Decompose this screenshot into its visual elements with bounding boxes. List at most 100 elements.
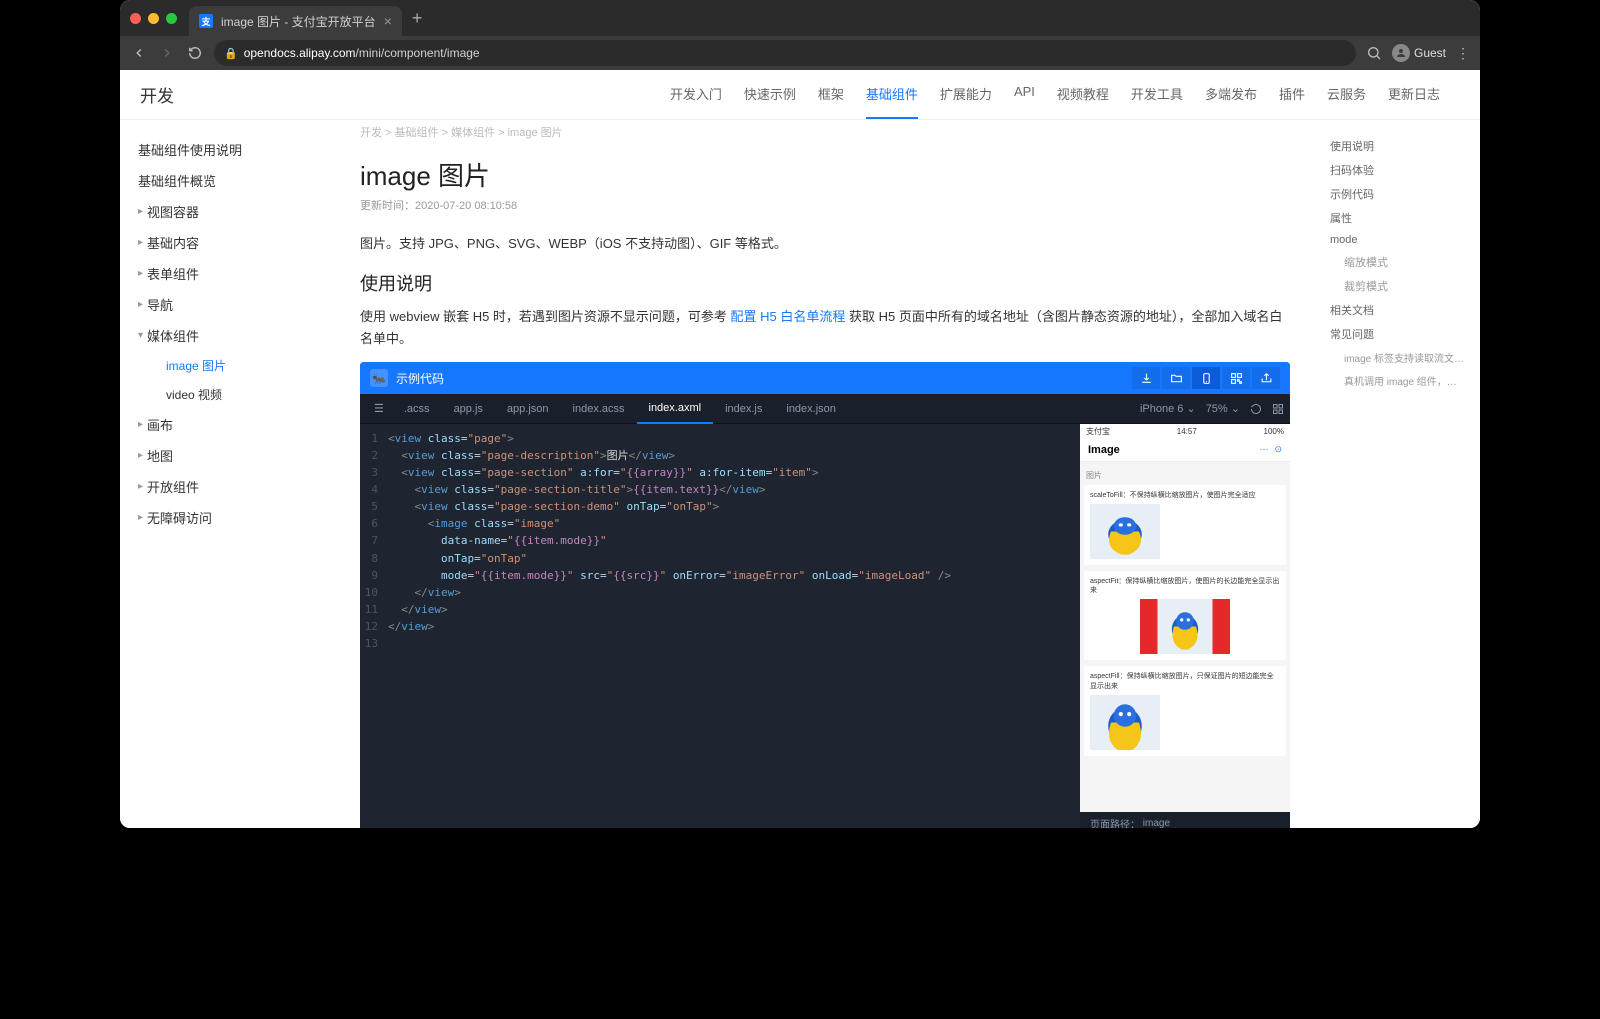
sidebar-item[interactable]: 开放组件 bbox=[138, 471, 330, 502]
nav-item[interactable]: API bbox=[1014, 70, 1035, 119]
example-image bbox=[1090, 695, 1280, 750]
chevron-down-icon: ⌄ bbox=[1186, 403, 1195, 415]
toc-item[interactable]: 使用说明 bbox=[1330, 134, 1470, 158]
code-example-ide: 🐜 示例代码 ☰ .acssapp.jsapp.jsonindex.acssin bbox=[360, 362, 1290, 828]
sidebar-item[interactable]: 基础内容 bbox=[138, 227, 330, 258]
guest-avatar-icon bbox=[1392, 44, 1410, 62]
close-window-button[interactable] bbox=[130, 13, 141, 24]
toc-item[interactable]: 常见问题 bbox=[1330, 322, 1470, 346]
close-icon[interactable]: ⊙ bbox=[1274, 444, 1282, 455]
section-usage-heading: 使用说明 bbox=[360, 270, 1290, 296]
device-selector[interactable]: iPhone 6 ⌄ bbox=[1140, 402, 1196, 415]
nav-item[interactable]: 扩展能力 bbox=[940, 70, 992, 119]
back-button[interactable] bbox=[130, 44, 148, 62]
nav-item[interactable]: 云服务 bbox=[1327, 70, 1366, 119]
nav-item[interactable]: 快速示例 bbox=[744, 70, 796, 119]
nav-item[interactable]: 开发工具 bbox=[1131, 70, 1183, 119]
ide-logo-icon: 🐜 bbox=[370, 369, 388, 387]
zoom-selector[interactable]: 75% ⌄ bbox=[1206, 402, 1240, 415]
sidebar-item[interactable]: image 图片 bbox=[138, 351, 330, 380]
usage-paragraph: 使用 webview 嵌套 H5 时，若遇到图片资源不显示问题，可参考 配置 H… bbox=[360, 306, 1290, 350]
ide-folder-button[interactable] bbox=[1162, 367, 1190, 389]
table-of-contents: 使用说明扫码体验示例代码属性mode缩放模式裁剪模式相关文档常见问题image … bbox=[1320, 120, 1480, 828]
nav-item[interactable]: 插件 bbox=[1279, 70, 1305, 119]
ide-refresh-button[interactable] bbox=[1250, 403, 1262, 415]
ide-file-tab[interactable]: index.axml bbox=[637, 394, 714, 424]
sidebar-item[interactable]: 无障碍访问 bbox=[138, 502, 330, 533]
doc-sidebar: 基础组件使用说明基础组件概览视图容器基础内容表单组件导航媒体组件image 图片… bbox=[120, 120, 330, 828]
nav-item[interactable]: 更新日志 bbox=[1388, 70, 1440, 119]
sidebar-item[interactable]: 画布 bbox=[138, 409, 330, 440]
sidebar-item[interactable]: 地图 bbox=[138, 440, 330, 471]
nav-item[interactable]: 开发入门 bbox=[670, 70, 722, 119]
toc-item[interactable]: 相关文档 bbox=[1330, 298, 1470, 322]
doc-content: 开发 > 基础组件 > 媒体组件 > image 图片 image 图片 更新时… bbox=[330, 120, 1320, 828]
browser-menu-button[interactable]: ⋮ bbox=[1456, 45, 1470, 62]
example-label: scaleToFill：不保持纵横比缩放图片，使图片完全适应 bbox=[1090, 491, 1280, 500]
toc-item[interactable]: 真机调用 image 组件，… bbox=[1330, 369, 1470, 392]
more-icon[interactable]: ⋯ bbox=[1259, 444, 1268, 455]
phone-status-bar: 支付宝14:57100% bbox=[1080, 424, 1290, 438]
url-text: opendocs.alipay.com/mini/component/image bbox=[244, 46, 480, 60]
sidebar-item[interactable]: 基础组件使用说明 bbox=[138, 134, 330, 165]
phone-content[interactable]: 图片 scaleToFill：不保持纵横比缩放图片，使图片完全适应aspectF… bbox=[1080, 462, 1290, 812]
ide-title: 示例代码 bbox=[396, 370, 444, 387]
maximize-window-button[interactable] bbox=[166, 13, 177, 24]
image-example-card: scaleToFill：不保持纵横比缩放图片，使图片完全适应 bbox=[1084, 485, 1286, 565]
ide-file-tab[interactable]: .acss bbox=[392, 394, 442, 424]
toc-item[interactable]: 扫码体验 bbox=[1330, 158, 1470, 182]
sidebar-item[interactable]: 基础组件概览 bbox=[138, 165, 330, 196]
toc-item[interactable]: 属性 bbox=[1330, 206, 1470, 230]
ide-phone-button[interactable] bbox=[1192, 367, 1220, 389]
ide-file-tabs: ☰ .acssapp.jsapp.jsonindex.acssindex.axm… bbox=[360, 394, 1290, 424]
nav-item[interactable]: 多端发布 bbox=[1205, 70, 1257, 119]
browser-tab[interactable]: 支 image 图片 - 支付宝开放平台 × bbox=[189, 6, 402, 36]
minimize-window-button[interactable] bbox=[148, 13, 159, 24]
update-time: 更新时间：2020-07-20 08:10:58 bbox=[360, 197, 1290, 213]
ide-sidebar-toggle[interactable]: ☰ bbox=[366, 394, 392, 424]
reload-button[interactable] bbox=[186, 44, 204, 62]
ide-header: 🐜 示例代码 bbox=[360, 362, 1290, 394]
sidebar-item[interactable]: video 视频 bbox=[138, 380, 330, 409]
browser-tab-bar: 支 image 图片 - 支付宝开放平台 × + bbox=[120, 0, 1480, 36]
device-simulator: 支付宝14:57100% Image ⋯ ⊙ 图片 scaleToFill：不保… bbox=[1080, 424, 1290, 828]
page-title: image 图片 bbox=[360, 156, 1290, 193]
simulator-footer: 页面路径： image bbox=[1080, 812, 1290, 828]
ide-share-button[interactable] bbox=[1252, 367, 1280, 389]
toc-item[interactable]: image 标签支持读取流文… bbox=[1330, 346, 1470, 369]
chevron-down-icon: ⌄ bbox=[1231, 403, 1240, 415]
example-label: aspectFill：保持纵横比缩放图片，只保证图片的短边能完全显示出来 bbox=[1090, 672, 1280, 690]
example-image bbox=[1150, 599, 1220, 654]
ide-file-tab[interactable]: index.json bbox=[774, 394, 848, 424]
ide-download-button[interactable] bbox=[1132, 367, 1160, 389]
ide-qr-button[interactable] bbox=[1222, 367, 1250, 389]
h5-whitelist-link[interactable]: 配置 H5 白名单流程 bbox=[731, 309, 846, 324]
sidebar-item[interactable]: 视图容器 bbox=[138, 196, 330, 227]
forward-button[interactable] bbox=[158, 44, 176, 62]
code-editor[interactable]: 1<view class="page">2 <view class="page-… bbox=[360, 424, 1080, 828]
tab-favicon: 支 bbox=[199, 14, 213, 28]
toc-item[interactable]: 示例代码 bbox=[1330, 182, 1470, 206]
toc-item[interactable]: 缩放模式 bbox=[1330, 250, 1470, 274]
nav-item[interactable]: 基础组件 bbox=[866, 70, 918, 119]
ide-file-tab[interactable]: index.acss bbox=[561, 394, 637, 424]
sidebar-item[interactable]: 导航 bbox=[138, 289, 330, 320]
sidebar-item[interactable]: 媒体组件 bbox=[138, 320, 330, 351]
new-tab-button[interactable]: + bbox=[412, 8, 423, 29]
sidebar-item[interactable]: 表单组件 bbox=[138, 258, 330, 289]
ide-grid-button[interactable] bbox=[1272, 403, 1284, 415]
profile-chip[interactable]: Guest bbox=[1392, 44, 1446, 62]
nav-item[interactable]: 框架 bbox=[818, 70, 844, 119]
nav-item[interactable]: 视频教程 bbox=[1057, 70, 1109, 119]
window-controls bbox=[130, 13, 177, 24]
ide-file-tab[interactable]: index.js bbox=[713, 394, 774, 424]
close-tab-icon[interactable]: × bbox=[384, 13, 392, 29]
ide-file-tab[interactable]: app.js bbox=[442, 394, 495, 424]
address-bar[interactable]: 🔒 opendocs.alipay.com/mini/component/ima… bbox=[214, 40, 1356, 66]
toc-item[interactable]: mode bbox=[1330, 230, 1470, 250]
ide-file-tab[interactable]: app.json bbox=[495, 394, 561, 424]
toc-item[interactable]: 裁剪模式 bbox=[1330, 274, 1470, 298]
search-icon[interactable] bbox=[1366, 45, 1382, 61]
image-example-card: aspectFit：保持纵横比缩放图片，使图片的长边能完全显示出来 bbox=[1084, 571, 1286, 660]
lock-icon: 🔒 bbox=[224, 47, 238, 60]
